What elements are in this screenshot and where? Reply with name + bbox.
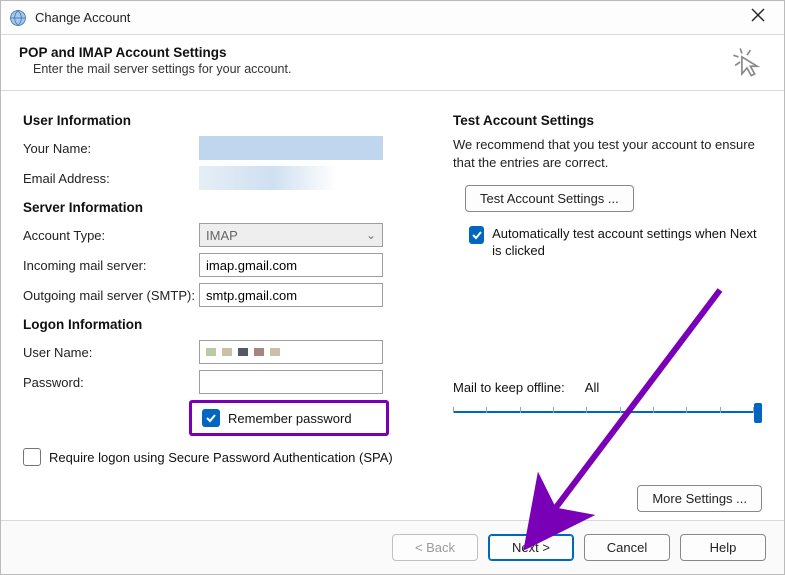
- spa-checkbox[interactable]: [23, 448, 41, 466]
- title-bar: Change Account: [1, 1, 784, 35]
- account-type-select: IMAP ⌄: [199, 223, 383, 247]
- your-name-field[interactable]: [199, 136, 383, 160]
- password-field[interactable]: [199, 370, 383, 394]
- footer-bar: < Back Next > Cancel Help: [1, 520, 784, 574]
- logon-info-heading: Logon Information: [23, 317, 423, 332]
- spa-label: Require logon using Secure Password Auth…: [49, 450, 393, 465]
- username-field[interactable]: [199, 340, 383, 364]
- account-type-value: IMAP: [206, 228, 238, 243]
- account-type-label: Account Type:: [23, 228, 199, 243]
- test-settings-desc: We recommend that you test your account …: [453, 136, 762, 171]
- auto-test-row[interactable]: Automatically test account settings when…: [469, 226, 762, 260]
- chevron-down-icon: ⌄: [366, 228, 376, 242]
- header-title: POP and IMAP Account Settings: [19, 45, 766, 60]
- cancel-button[interactable]: Cancel: [584, 534, 670, 561]
- email-address-field[interactable]: [199, 166, 383, 190]
- auto-test-label: Automatically test account settings when…: [492, 226, 762, 260]
- offline-value: All: [585, 380, 599, 395]
- outgoing-server-label: Outgoing mail server (SMTP):: [23, 288, 199, 303]
- remember-password-label: Remember password: [228, 411, 352, 426]
- globe-icon: [9, 9, 27, 27]
- slider-thumb[interactable]: [754, 403, 762, 423]
- close-icon: [751, 8, 765, 22]
- left-column: User Information Your Name: Email Addres…: [23, 109, 423, 512]
- password-label: Password:: [23, 375, 199, 390]
- back-button[interactable]: < Back: [392, 534, 478, 561]
- test-account-settings-button[interactable]: Test Account Settings ...: [465, 185, 634, 212]
- next-button[interactable]: Next >: [488, 534, 574, 561]
- right-column: Test Account Settings We recommend that …: [453, 109, 762, 512]
- header-band: POP and IMAP Account Settings Enter the …: [1, 35, 784, 91]
- email-address-label: Email Address:: [23, 171, 199, 186]
- offline-slider[interactable]: [453, 401, 762, 419]
- offline-label: Mail to keep offline:: [453, 380, 565, 395]
- cursor-click-icon: [730, 45, 764, 79]
- check-icon: [205, 412, 217, 424]
- incoming-server-field[interactable]: [199, 253, 383, 277]
- remember-password-checkbox[interactable]: [202, 409, 220, 427]
- remember-password-row[interactable]: Remember password: [189, 400, 389, 436]
- server-info-heading: Server Information: [23, 200, 423, 215]
- incoming-server-label: Incoming mail server:: [23, 258, 199, 273]
- close-button[interactable]: [738, 4, 778, 31]
- header-subtitle: Enter the mail server settings for your …: [19, 62, 766, 76]
- username-label: User Name:: [23, 345, 199, 360]
- more-settings-button[interactable]: More Settings ...: [637, 485, 762, 512]
- help-button[interactable]: Help: [680, 534, 766, 561]
- check-icon: [471, 229, 483, 241]
- user-info-heading: User Information: [23, 113, 423, 128]
- test-settings-heading: Test Account Settings: [453, 113, 762, 128]
- outgoing-server-field[interactable]: [199, 283, 383, 307]
- auto-test-checkbox[interactable]: [469, 226, 484, 244]
- spa-row[interactable]: Require logon using Secure Password Auth…: [23, 448, 423, 466]
- window-title: Change Account: [35, 10, 738, 25]
- your-name-label: Your Name:: [23, 141, 199, 156]
